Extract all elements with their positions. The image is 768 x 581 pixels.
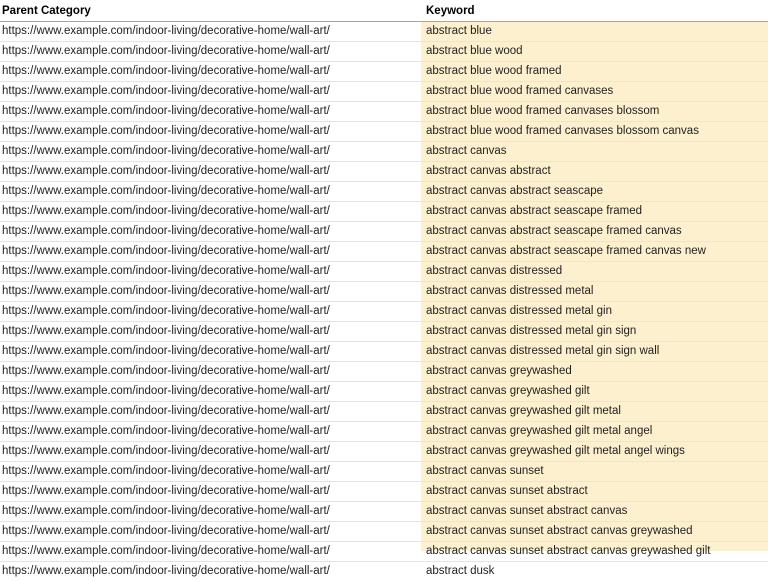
cell-keyword[interactable]: abstract blue wood framed canvases bloss…	[421, 102, 768, 122]
table-row[interactable]: https://www.example.com/indoor-living/de…	[0, 322, 768, 342]
table-row[interactable]: https://www.example.com/indoor-living/de…	[0, 362, 768, 382]
table-row[interactable]: https://www.example.com/indoor-living/de…	[0, 442, 768, 462]
cell-keyword[interactable]: abstract canvas greywashed	[421, 362, 768, 382]
cell-parent-category[interactable]: https://www.example.com/indoor-living/de…	[0, 362, 421, 382]
cell-keyword[interactable]: abstract canvas distressed metal	[421, 282, 768, 302]
table-header: Parent Category Keyword	[0, 0, 768, 22]
cell-parent-category[interactable]: https://www.example.com/indoor-living/de…	[0, 402, 421, 422]
cell-keyword[interactable]: abstract blue	[421, 22, 768, 42]
cell-keyword[interactable]: abstract canvas greywashed gilt metal	[421, 402, 768, 422]
cell-keyword[interactable]: abstract canvas greywashed gilt metal an…	[421, 442, 768, 462]
cell-keyword[interactable]: abstract canvas abstract seascape framed	[421, 202, 768, 222]
table-row[interactable]: https://www.example.com/indoor-living/de…	[0, 342, 768, 362]
cell-keyword[interactable]: abstract canvas greywashed gilt	[421, 382, 768, 402]
cell-keyword[interactable]: abstract blue wood	[421, 42, 768, 62]
table-row[interactable]: https://www.example.com/indoor-living/de…	[0, 422, 768, 442]
cell-keyword[interactable]: abstract canvas distressed metal gin sig…	[421, 342, 768, 362]
cell-parent-category[interactable]: https://www.example.com/indoor-living/de…	[0, 222, 421, 242]
table-body: https://www.example.com/indoor-living/de…	[0, 22, 768, 581]
cell-parent-category[interactable]: https://www.example.com/indoor-living/de…	[0, 122, 421, 142]
cell-keyword[interactable]: abstract canvas distressed	[421, 262, 768, 282]
cell-parent-category[interactable]: https://www.example.com/indoor-living/de…	[0, 422, 421, 442]
cell-parent-category[interactable]: https://www.example.com/indoor-living/de…	[0, 82, 421, 102]
table-row[interactable]: https://www.example.com/indoor-living/de…	[0, 302, 768, 322]
table-row[interactable]: https://www.example.com/indoor-living/de…	[0, 402, 768, 422]
cell-parent-category[interactable]: https://www.example.com/indoor-living/de…	[0, 242, 421, 262]
cell-parent-category[interactable]: https://www.example.com/indoor-living/de…	[0, 522, 421, 542]
cell-parent-category[interactable]: https://www.example.com/indoor-living/de…	[0, 62, 421, 82]
keyword-table: Parent Category Keyword https://www.exam…	[0, 0, 768, 581]
cell-keyword[interactable]: abstract canvas sunset abstract canvas g…	[421, 542, 768, 562]
cell-parent-category[interactable]: https://www.example.com/indoor-living/de…	[0, 502, 421, 522]
header-row: Parent Category Keyword	[0, 0, 768, 22]
table-row[interactable]: https://www.example.com/indoor-living/de…	[0, 102, 768, 122]
cell-keyword[interactable]: abstract blue wood framed canvases bloss…	[421, 122, 768, 142]
table-row[interactable]: https://www.example.com/indoor-living/de…	[0, 242, 768, 262]
cell-parent-category[interactable]: https://www.example.com/indoor-living/de…	[0, 42, 421, 62]
cell-parent-category[interactable]: https://www.example.com/indoor-living/de…	[0, 442, 421, 462]
cell-parent-category[interactable]: https://www.example.com/indoor-living/de…	[0, 302, 421, 322]
cell-keyword[interactable]: abstract canvas distressed metal gin sig…	[421, 322, 768, 342]
table-row[interactable]: https://www.example.com/indoor-living/de…	[0, 42, 768, 62]
table-row[interactable]: https://www.example.com/indoor-living/de…	[0, 222, 768, 242]
table-row[interactable]: https://www.example.com/indoor-living/de…	[0, 482, 768, 502]
table-row[interactable]: https://www.example.com/indoor-living/de…	[0, 282, 768, 302]
spreadsheet-sheet: Parent Category Keyword https://www.exam…	[0, 0, 768, 551]
cell-keyword[interactable]: abstract canvas	[421, 142, 768, 162]
table-row[interactable]: https://www.example.com/indoor-living/de…	[0, 542, 768, 562]
cell-parent-category[interactable]: https://www.example.com/indoor-living/de…	[0, 202, 421, 222]
cell-parent-category[interactable]: https://www.example.com/indoor-living/de…	[0, 102, 421, 122]
cell-keyword[interactable]: abstract canvas abstract seascape framed…	[421, 242, 768, 262]
cell-keyword[interactable]: abstract canvas sunset	[421, 462, 768, 482]
table-row[interactable]: https://www.example.com/indoor-living/de…	[0, 122, 768, 142]
cell-keyword[interactable]: abstract canvas abstract seascape	[421, 182, 768, 202]
cell-parent-category[interactable]: https://www.example.com/indoor-living/de…	[0, 142, 421, 162]
table-row[interactable]: https://www.example.com/indoor-living/de…	[0, 82, 768, 102]
cell-parent-category[interactable]: https://www.example.com/indoor-living/de…	[0, 162, 421, 182]
table-row[interactable]: https://www.example.com/indoor-living/de…	[0, 502, 768, 522]
cell-parent-category[interactable]: https://www.example.com/indoor-living/de…	[0, 462, 421, 482]
cell-keyword[interactable]: abstract canvas sunset abstract canvas	[421, 502, 768, 522]
table-row[interactable]: https://www.example.com/indoor-living/de…	[0, 142, 768, 162]
table-row[interactable]: https://www.example.com/indoor-living/de…	[0, 162, 768, 182]
cell-keyword[interactable]: abstract blue wood framed	[421, 62, 768, 82]
table-row[interactable]: https://www.example.com/indoor-living/de…	[0, 202, 768, 222]
table-row[interactable]: https://www.example.com/indoor-living/de…	[0, 182, 768, 202]
table-row[interactable]: https://www.example.com/indoor-living/de…	[0, 522, 768, 542]
cell-parent-category[interactable]: https://www.example.com/indoor-living/de…	[0, 342, 421, 362]
cell-parent-category[interactable]: https://www.example.com/indoor-living/de…	[0, 182, 421, 202]
table-row[interactable]: https://www.example.com/indoor-living/de…	[0, 262, 768, 282]
cell-keyword[interactable]: abstract canvas abstract	[421, 162, 768, 182]
table-row[interactable]: https://www.example.com/indoor-living/de…	[0, 462, 768, 482]
table-row[interactable]: https://www.example.com/indoor-living/de…	[0, 22, 768, 42]
cell-keyword[interactable]: abstract canvas sunset abstract canvas g…	[421, 522, 768, 542]
cell-parent-category[interactable]: https://www.example.com/indoor-living/de…	[0, 542, 421, 562]
cell-keyword[interactable]: abstract dusk	[421, 562, 768, 581]
column-header-parent-category[interactable]: Parent Category	[0, 0, 421, 22]
cell-keyword[interactable]: abstract canvas greywashed gilt metal an…	[421, 422, 768, 442]
cell-keyword[interactable]: abstract canvas sunset abstract	[421, 482, 768, 502]
cell-keyword[interactable]: abstract canvas distressed metal gin	[421, 302, 768, 322]
column-header-keyword[interactable]: Keyword	[421, 0, 768, 22]
cell-keyword[interactable]: abstract blue wood framed canvases	[421, 82, 768, 102]
table-row[interactable]: https://www.example.com/indoor-living/de…	[0, 382, 768, 402]
cell-parent-category[interactable]: https://www.example.com/indoor-living/de…	[0, 562, 421, 581]
cell-parent-category[interactable]: https://www.example.com/indoor-living/de…	[0, 382, 421, 402]
cell-parent-category[interactable]: https://www.example.com/indoor-living/de…	[0, 22, 421, 42]
cell-parent-category[interactable]: https://www.example.com/indoor-living/de…	[0, 482, 421, 502]
table-row[interactable]: https://www.example.com/indoor-living/de…	[0, 562, 768, 581]
table-row[interactable]: https://www.example.com/indoor-living/de…	[0, 62, 768, 82]
cell-parent-category[interactable]: https://www.example.com/indoor-living/de…	[0, 282, 421, 302]
cell-parent-category[interactable]: https://www.example.com/indoor-living/de…	[0, 322, 421, 342]
cell-keyword[interactable]: abstract canvas abstract seascape framed…	[421, 222, 768, 242]
cell-parent-category[interactable]: https://www.example.com/indoor-living/de…	[0, 262, 421, 282]
